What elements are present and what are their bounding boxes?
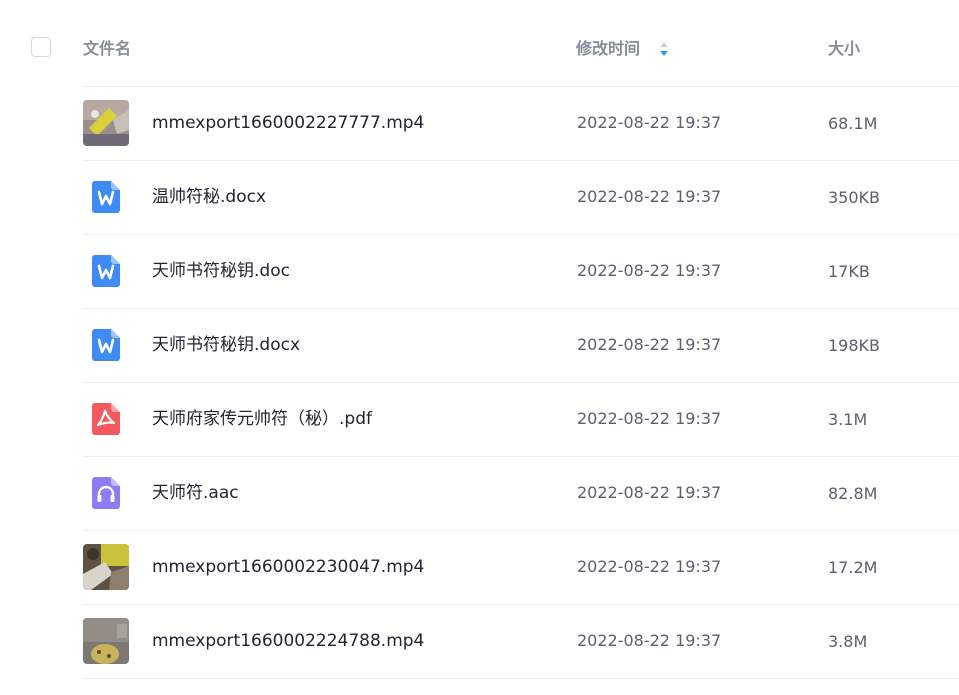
video-thumbnail (83, 544, 129, 590)
file-name[interactable]: 天师符.aac (152, 482, 239, 504)
word-doc-icon (92, 329, 120, 361)
file-modified-time: 2022-08-22 19:37 (577, 187, 722, 206)
video-thumbnail (83, 100, 129, 146)
column-header-modified-time[interactable]: 修改时间 (576, 38, 640, 60)
file-row[interactable]: 天师府家传元帅符（秘）.pdf 2022-08-22 19:37 3.1M (83, 382, 959, 456)
video-thumbnail (83, 618, 129, 664)
file-list-header: 文件名 修改时间 大小 (0, 0, 959, 86)
file-size: 3.1M (828, 410, 868, 429)
file-modified-time: 2022-08-22 19:37 (577, 409, 722, 428)
file-name[interactable]: 天师府家传元帅符（秘）.pdf (152, 408, 372, 430)
file-name[interactable]: mmexport1660002227777.mp4 (152, 112, 424, 134)
file-name[interactable]: 温帅符秘.docx (152, 186, 266, 208)
file-row[interactable]: 温帅符秘.docx 2022-08-22 19:37 350KB (83, 160, 959, 234)
file-row[interactable]: mmexport1660002227777.mp4 2022-08-22 19:… (83, 86, 959, 160)
file-row[interactable]: mmexport1660002224788.mp4 2022-08-22 19:… (83, 604, 959, 678)
file-name[interactable]: mmexport1660002224788.mp4 (152, 630, 424, 652)
file-row[interactable]: mmexport1660002230047.mp4 2022-08-22 19:… (83, 530, 959, 604)
file-name[interactable]: 天师书符秘钥.docx (152, 334, 300, 356)
file-size: 3.8M (828, 632, 868, 651)
file-size: 17KB (828, 262, 870, 281)
column-header-size[interactable]: 大小 (828, 38, 860, 60)
list-bottom-divider (83, 678, 959, 679)
file-modified-time: 2022-08-22 19:37 (577, 113, 722, 132)
file-modified-time: 2022-08-22 19:37 (577, 483, 722, 502)
file-size: 350KB (828, 188, 881, 207)
column-header-name[interactable]: 文件名 (83, 38, 131, 60)
file-name[interactable]: mmexport1660002230047.mp4 (152, 556, 424, 578)
pdf-icon (92, 403, 120, 435)
word-doc-icon (92, 255, 120, 287)
sort-icon[interactable] (658, 40, 670, 58)
audio-headphones-icon (92, 477, 120, 509)
file-name[interactable]: 天师书符秘钥.doc (152, 260, 290, 282)
file-modified-time: 2022-08-22 19:37 (577, 631, 722, 650)
file-row[interactable]: 天师书符秘钥.docx 2022-08-22 19:37 198KB (83, 308, 959, 382)
file-modified-time: 2022-08-22 19:37 (577, 335, 722, 354)
word-doc-icon (92, 181, 120, 213)
file-size: 198KB (828, 336, 881, 355)
file-modified-time: 2022-08-22 19:37 (577, 557, 722, 576)
file-row[interactable]: 天师符.aac 2022-08-22 19:37 82.8M (83, 456, 959, 530)
select-all-checkbox[interactable] (31, 37, 51, 57)
file-size: 17.2M (828, 558, 878, 577)
file-row[interactable]: 天师书符秘钥.doc 2022-08-22 19:37 17KB (83, 234, 959, 308)
file-size: 68.1M (828, 114, 878, 133)
file-modified-time: 2022-08-22 19:37 (577, 261, 722, 280)
file-size: 82.8M (828, 484, 878, 503)
